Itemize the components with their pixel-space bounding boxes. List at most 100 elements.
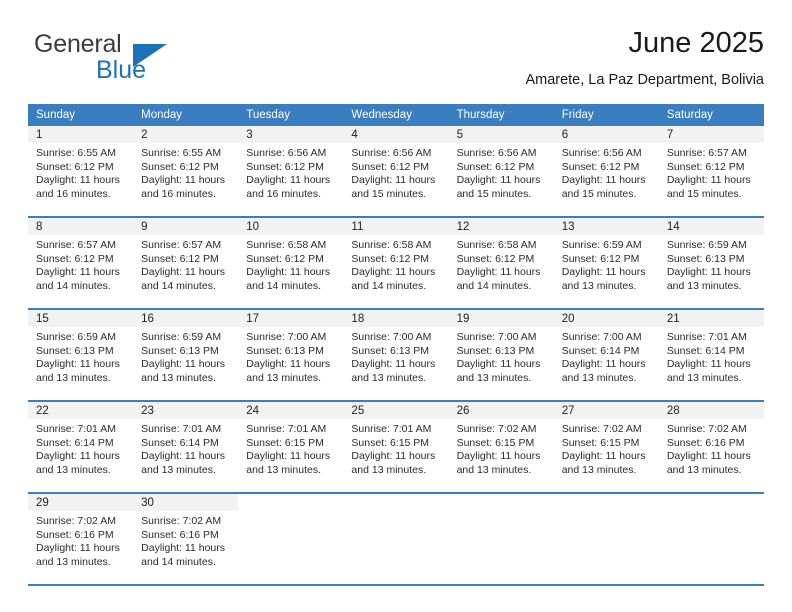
calendar-day-cell[interactable]: 14 Sunrise: 6:59 AM Sunset: 6:13 PM Dayligh… — [658, 217, 764, 310]
day-cell-details: Sunrise: 7:01 AM Sunset: 6:15 PM Daylight:… — [343, 419, 448, 477]
calendar-day-cell[interactable]: 4 Sunrise: 6:56 AM Sunset: 6:12 PM Daylight… — [343, 126, 449, 218]
calendar-day-cell[interactable]: 9 Sunrise: 6:57 AM Sunset: 6:12 PM Daylight… — [133, 217, 239, 310]
detail-sunrise: Sunrise: 6:55 AM — [141, 147, 222, 159]
day-number: 8 — [28, 218, 134, 235]
day-number: 3 — [238, 126, 344, 143]
day-cell-inner: 27 Sunrise: 7:02 AM Sunset: 6:15 PM Dayligh… — [553, 402, 659, 492]
calendar-day-cell[interactable]: 23 Sunrise: 7:01 AM Sunset: 6:14 PM Dayligh… — [133, 401, 239, 494]
day-cell-inner: 30 Sunrise: 7:02 AM Sunset: 6:16 PM Dayligh… — [133, 494, 239, 584]
day-number: 13 — [553, 218, 659, 235]
day-number — [343, 494, 449, 511]
day-cell-inner: 9 Sunrise: 6:57 AM Sunset: 6:12 PM Daylight… — [133, 218, 239, 308]
day-cell-details: Sunrise: 6:58 AM Sunset: 6:12 PM Daylight:… — [238, 235, 343, 293]
day-cell-inner: 4 Sunrise: 6:56 AM Sunset: 6:12 PM Daylight… — [343, 126, 449, 216]
detail-sunrise: Sunrise: 6:57 AM — [36, 239, 116, 251]
detail-sunrise: Sunrise: 6:56 AM — [246, 147, 327, 159]
detail-daylight-line1: Daylight: 11 hours — [246, 450, 331, 463]
day-number: 23 — [133, 402, 239, 419]
detail-daylight-line2: and 16 minutes. — [246, 187, 321, 200]
detail-daylight-line2: and 13 minutes. — [141, 371, 216, 384]
detail-daylight-line2: and 16 minutes. — [36, 187, 111, 200]
detail-daylight-line1: Daylight: 11 hours — [456, 174, 541, 187]
calendar-day-cell[interactable]: 8 Sunrise: 6:57 AM Sunset: 6:12 PM Daylight… — [28, 217, 134, 310]
day-cell-inner: 16 Sunrise: 6:59 AM Sunset: 6:13 PM Dayligh… — [133, 310, 239, 400]
brand-logo[interactable]: General Blue — [34, 30, 214, 86]
day-number: 9 — [133, 218, 239, 235]
calendar-day-cell[interactable]: 25 Sunrise: 7:01 AM Sunset: 6:15 PM Dayligh… — [343, 401, 449, 494]
calendar-day-cell[interactable]: 2 Sunrise: 6:55 AM Sunset: 6:12 PM Daylight… — [133, 126, 239, 218]
day-cell-details: Sunrise: 6:55 AM Sunset: 6:12 PM Daylight:… — [133, 143, 238, 201]
calendar-day-cell[interactable]: 15 Sunrise: 6:59 AM Sunset: 6:13 PM Dayligh… — [28, 309, 134, 402]
detail-sunset: Sunset: 6:14 PM — [36, 436, 114, 449]
detail-sunset: Sunset: 6:12 PM — [141, 252, 219, 265]
detail-sunset: Sunset: 6:12 PM — [456, 252, 535, 265]
calendar-day-cell[interactable]: 21 Sunrise: 7:01 AM Sunset: 6:14 PM Dayligh… — [658, 309, 764, 402]
detail-sunset: Sunset: 6:14 PM — [141, 436, 219, 449]
day-cell-details: Sunrise: 7:01 AM Sunset: 6:14 PM Daylight:… — [659, 327, 764, 385]
day-cell-details: Sunrise: 7:01 AM Sunset: 6:14 PM Daylight:… — [133, 419, 238, 477]
detail-sunset: Sunset: 6:14 PM — [561, 344, 640, 357]
detail-daylight-line1: Daylight: 11 hours — [141, 450, 225, 463]
calendar-day-cell[interactable]: 18 Sunrise: 7:00 AM Sunset: 6:13 PM Dayligh… — [343, 309, 449, 402]
detail-sunrise: Sunrise: 6:59 AM — [561, 239, 642, 251]
detail-sunrise: Sunrise: 6:57 AM — [141, 239, 222, 251]
calendar-day-cell[interactable]: 13 Sunrise: 6:59 AM Sunset: 6:12 PM Dayligh… — [553, 217, 659, 310]
day-cell-inner: 21 Sunrise: 7:01 AM Sunset: 6:14 PM Dayligh… — [658, 310, 764, 400]
detail-daylight-line1: Daylight: 11 hours — [351, 358, 436, 371]
calendar-day-cell[interactable]: 7 Sunrise: 6:57 AM Sunset: 6:12 PM Daylight… — [658, 126, 764, 218]
calendar-day-cell[interactable]: 5 Sunrise: 6:56 AM Sunset: 6:12 PM Daylight… — [448, 126, 554, 218]
day-cell-inner: 26 Sunrise: 7:02 AM Sunset: 6:15 PM Dayligh… — [448, 402, 554, 492]
calendar-day-cell[interactable]: 11 Sunrise: 6:58 AM Sunset: 6:12 PM Dayligh… — [343, 217, 449, 310]
calendar-day-cell[interactable]: 10 Sunrise: 6:58 AM Sunset: 6:12 PM Dayligh… — [238, 217, 344, 310]
detail-sunset: Sunset: 6:12 PM — [246, 160, 324, 173]
day-cell-details: Sunrise: 7:02 AM Sunset: 6:16 PM Daylight:… — [28, 511, 133, 569]
day-cell-details: Sunrise: 7:00 AM Sunset: 6:13 PM Daylight:… — [238, 327, 343, 385]
calendar-day-cell[interactable]: 12 Sunrise: 6:58 AM Sunset: 6:12 PM Dayligh… — [448, 217, 554, 310]
calendar-day-cell[interactable]: 29 Sunrise: 7:02 AM Sunset: 6:16 PM Dayligh… — [28, 493, 134, 586]
day-number: 20 — [553, 310, 659, 327]
calendar-day-cell[interactable]: 3 Sunrise: 6:56 AM Sunset: 6:12 PM Daylight… — [238, 126, 344, 218]
calendar-day-cell[interactable]: 28 Sunrise: 7:02 AM Sunset: 6:16 PM Dayligh… — [658, 401, 764, 494]
detail-sunrise: Sunrise: 6:58 AM — [351, 239, 432, 251]
detail-daylight-line1: Daylight: 11 hours — [456, 266, 541, 279]
day-cell-details: Sunrise: 7:00 AM Sunset: 6:13 PM Daylight:… — [449, 327, 554, 385]
calendar-day-cell[interactable]: 20 Sunrise: 7:00 AM Sunset: 6:14 PM Dayligh… — [553, 309, 659, 402]
day-number: 6 — [553, 126, 659, 143]
calendar-day-cell[interactable]: 1 Sunrise: 6:55 AM Sunset: 6:12 PM Daylight… — [28, 126, 134, 218]
calendar-day-cell[interactable]: 27 Sunrise: 7:02 AM Sunset: 6:15 PM Dayligh… — [553, 401, 659, 494]
detail-sunrise: Sunrise: 7:01 AM — [246, 423, 327, 435]
detail-sunrise: Sunrise: 6:56 AM — [351, 147, 432, 159]
day-cell-inner: 17 Sunrise: 7:00 AM Sunset: 6:13 PM Dayligh… — [238, 310, 344, 400]
day-number — [658, 494, 764, 511]
calendar-day-cell[interactable]: 26 Sunrise: 7:02 AM Sunset: 6:15 PM Dayligh… — [448, 401, 554, 494]
calendar-day-cell[interactable]: 17 Sunrise: 7:00 AM Sunset: 6:13 PM Dayligh… — [238, 309, 344, 402]
detail-sunrise: Sunrise: 7:01 AM — [666, 331, 747, 343]
detail-daylight-line1: Daylight: 11 hours — [36, 174, 120, 187]
day-number: 25 — [343, 402, 449, 419]
detail-sunrise: Sunrise: 7:02 AM — [141, 515, 222, 527]
detail-sunset: Sunset: 6:13 PM — [456, 344, 535, 357]
day-number: 24 — [238, 402, 344, 419]
calendar-body: 1 Sunrise: 6:55 AM Sunset: 6:12 PM Daylight… — [28, 126, 764, 586]
day-cell-details: Sunrise: 7:00 AM Sunset: 6:14 PM Daylight:… — [554, 327, 659, 385]
detail-sunset: Sunset: 6:12 PM — [351, 252, 430, 265]
detail-sunset: Sunset: 6:15 PM — [561, 436, 640, 449]
detail-sunrise: Sunrise: 6:58 AM — [246, 239, 327, 251]
detail-daylight-line2: and 14 minutes. — [141, 279, 216, 292]
day-cell-inner — [343, 494, 449, 584]
day-number — [553, 494, 659, 511]
calendar-day-cell[interactable]: 16 Sunrise: 6:59 AM Sunset: 6:13 PM Dayligh… — [133, 309, 239, 402]
weekday-header-thursday: Thursday — [448, 104, 554, 126]
calendar-day-cell[interactable]: 22 Sunrise: 7:01 AM Sunset: 6:14 PM Dayligh… — [28, 401, 134, 494]
calendar-day-cell[interactable]: 6 Sunrise: 6:56 AM Sunset: 6:12 PM Daylight… — [553, 126, 659, 218]
detail-daylight-line1: Daylight: 11 hours — [666, 174, 751, 187]
calendar-cell-empty — [238, 493, 344, 586]
day-number: 14 — [658, 218, 764, 235]
detail-daylight-line1: Daylight: 11 hours — [141, 542, 225, 555]
day-cell-inner: 14 Sunrise: 6:59 AM Sunset: 6:13 PM Dayligh… — [658, 218, 764, 308]
detail-daylight-line2: and 13 minutes. — [246, 371, 321, 384]
calendar-day-cell[interactable]: 30 Sunrise: 7:02 AM Sunset: 6:16 PM Dayligh… — [133, 493, 239, 586]
calendar-day-cell[interactable]: 19 Sunrise: 7:00 AM Sunset: 6:13 PM Dayligh… — [448, 309, 554, 402]
day-cell-inner: 19 Sunrise: 7:00 AM Sunset: 6:13 PM Dayligh… — [448, 310, 554, 400]
calendar-day-cell[interactable]: 24 Sunrise: 7:01 AM Sunset: 6:15 PM Dayligh… — [238, 401, 344, 494]
